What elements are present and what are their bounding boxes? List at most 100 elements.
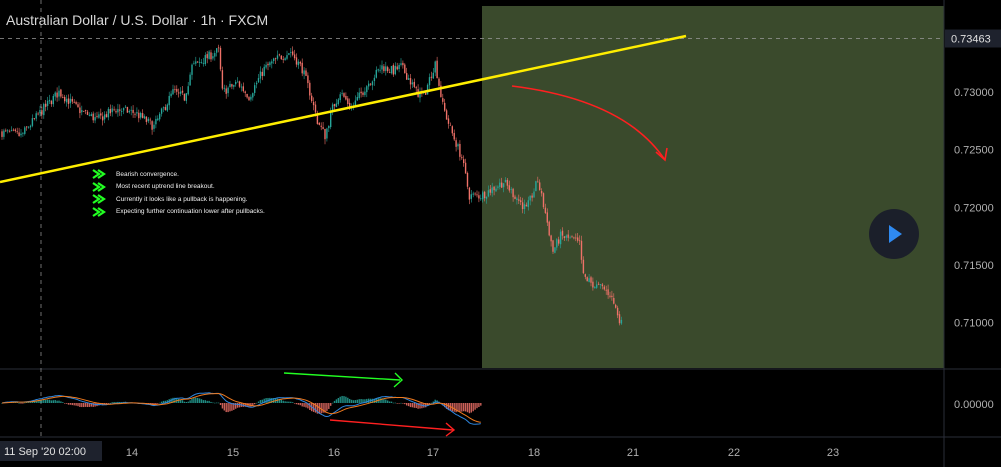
candle-body (335, 103, 338, 108)
annotation-block: Bearish convergence. Most recent uptrend… (92, 168, 265, 218)
candle-body (117, 109, 119, 113)
macd-histogram-bar (404, 403, 406, 405)
candle-body (603, 286, 605, 290)
macd-convergence-arrow (283, 372, 401, 381)
candle-body (263, 66, 265, 76)
macd-histogram-bar (288, 401, 290, 403)
time-tick-label: 14 (126, 447, 138, 459)
macd-histogram-bar (219, 403, 222, 406)
candle-body (3, 130, 5, 137)
candle-body (261, 71, 263, 76)
macd-histogram-bar (407, 403, 410, 407)
candle-body (259, 71, 262, 79)
candle-body (229, 83, 231, 88)
macd-histogram-bar (178, 398, 180, 403)
candle-body (575, 237, 577, 239)
macd-histogram-bar (290, 401, 292, 403)
candle-body (320, 125, 322, 127)
candle-body (172, 89, 174, 95)
macd-histogram-bar (225, 403, 227, 413)
candle-body (284, 58, 286, 61)
candle-body (531, 195, 533, 198)
candle-body (223, 87, 225, 89)
candle-body (35, 113, 37, 119)
play-button[interactable] (869, 209, 919, 259)
candle-body (202, 63, 205, 64)
candle-body (242, 86, 244, 92)
candle-body (438, 78, 440, 86)
candle-body (491, 187, 493, 194)
candle-body (33, 118, 35, 119)
candle-body (60, 89, 62, 97)
macd-histogram-bar (109, 402, 111, 404)
macd-histogram-bar (86, 403, 89, 408)
candle-body (480, 198, 482, 200)
annotation-row: Currently it looks like a pullback is ha… (92, 193, 265, 206)
macd-histogram-bar (284, 401, 286, 403)
candle-body (14, 129, 16, 131)
candle-body (252, 93, 254, 98)
candle-body (75, 102, 77, 104)
macd-histogram-bar (406, 403, 408, 406)
macd-histogram-bar (202, 400, 205, 403)
candle-body (22, 132, 24, 134)
candle-body (333, 104, 336, 107)
macd-histogram-bar (111, 402, 113, 403)
candle-body (533, 191, 535, 198)
candle-body (596, 284, 598, 288)
macd-histogram-bar (48, 399, 51, 403)
macd-histogram-bar (45, 400, 47, 403)
green-arrow-icon (92, 206, 106, 217)
candle-body (18, 132, 20, 137)
time-tick-label: 15 (227, 447, 239, 459)
candle-body (487, 190, 490, 197)
candle-body (548, 221, 550, 236)
candle-body (107, 108, 110, 118)
candle-body (616, 307, 619, 316)
candle-body (214, 53, 216, 57)
candle-body (371, 81, 374, 86)
macd-histogram-bar (352, 400, 355, 403)
candle-body (495, 188, 497, 192)
macd-histogram-bar (345, 396, 347, 403)
candle-body (140, 113, 142, 118)
macd-histogram-bar (46, 399, 49, 403)
candle-body (126, 106, 129, 113)
time-tick-label: 16 (328, 447, 340, 459)
candle-body (77, 104, 79, 108)
candle-body (613, 297, 615, 304)
macd-histogram-bar (480, 403, 482, 406)
candle-body (396, 66, 398, 70)
candle-body (601, 284, 604, 287)
candle-body (255, 82, 258, 85)
candle-body (546, 212, 548, 223)
time-tick-label: 21 (627, 447, 639, 459)
macd-histogram-bar (216, 402, 218, 404)
candle-body (436, 60, 438, 79)
candle-body (12, 129, 15, 131)
candle-body (453, 133, 455, 140)
candle-body (225, 88, 227, 94)
candle-body (478, 195, 480, 199)
candle-body (189, 74, 191, 86)
macd-panel (1, 392, 482, 425)
macd-histogram-bar (470, 403, 472, 413)
candle-body (312, 101, 315, 106)
candle-body (565, 235, 567, 238)
macd-histogram-bar (58, 400, 60, 403)
candle-body (109, 109, 111, 114)
candle-body (79, 107, 81, 114)
macd-histogram-bar (463, 403, 465, 412)
macd-histogram-bar (79, 403, 81, 407)
highlight-zone-rect (482, 6, 944, 368)
candle-body (322, 127, 324, 129)
candle-body (373, 77, 376, 82)
candle-body (311, 95, 313, 102)
candle-body (362, 92, 364, 95)
candle-body (588, 278, 590, 282)
candle-body (273, 58, 275, 61)
candle-body (347, 98, 349, 104)
macd-histogram-bar (84, 403, 87, 407)
macd-histogram-bar (394, 402, 396, 404)
macd-histogram-bar (229, 403, 231, 412)
